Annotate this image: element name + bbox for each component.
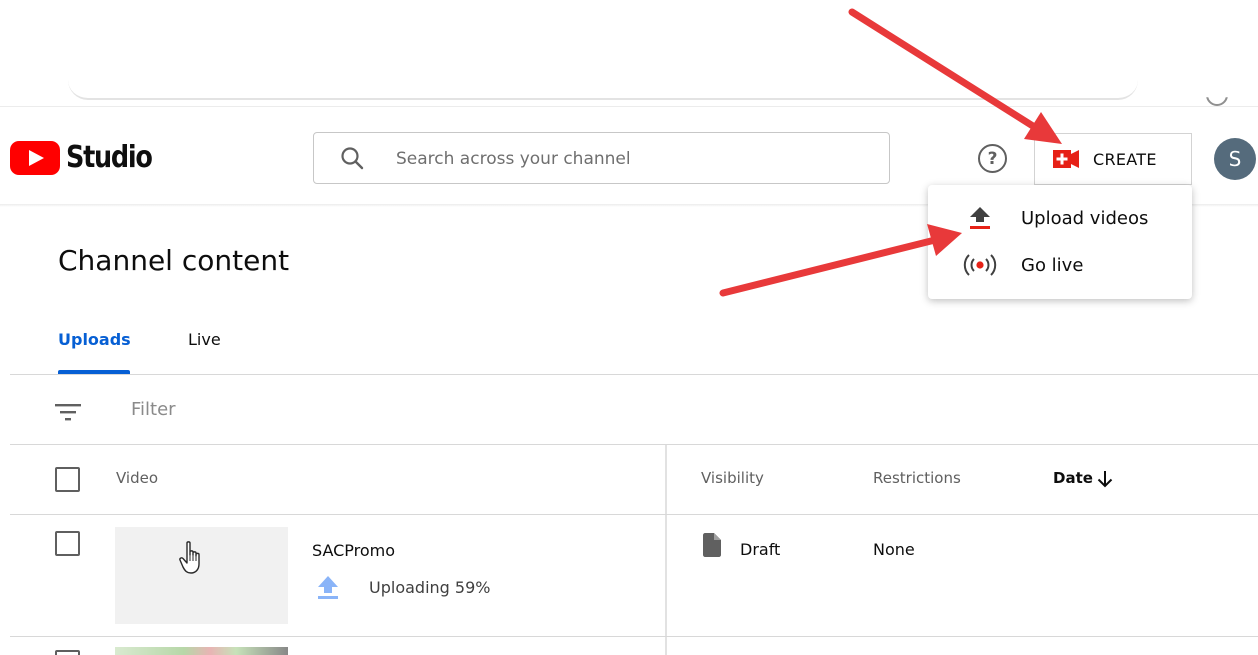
tab-live[interactable]: Live <box>188 330 221 349</box>
row-checkbox[interactable] <box>55 650 80 655</box>
column-divider <box>665 445 667 655</box>
table-header-divider <box>10 514 1258 515</box>
help-icon[interactable]: ? <box>978 144 1007 173</box>
menu-item-upload-videos[interactable]: Upload videos <box>928 195 1192 241</box>
column-header-video: Video <box>116 469 159 487</box>
draft-file-icon <box>703 533 721 557</box>
search-icon[interactable] <box>339 145 365 171</box>
filter-icon[interactable] <box>55 402 81 422</box>
search-box[interactable] <box>313 132 890 184</box>
select-all-checkbox[interactable] <box>55 467 80 492</box>
sort-descending-icon[interactable] <box>1096 470 1114 488</box>
broadcast-icon <box>962 250 998 280</box>
studio-logo[interactable]: Studio <box>10 140 167 175</box>
page-title: Channel content <box>58 244 290 277</box>
filter-divider <box>10 444 1258 445</box>
create-menu: Upload videos Go live <box>928 185 1192 299</box>
filter-input[interactable]: Filter <box>131 399 176 420</box>
create-button-label: CREATE <box>1093 149 1157 169</box>
upload-icon <box>318 576 338 599</box>
upload-status-text: Uploading 59% <box>369 578 491 597</box>
row-checkbox[interactable] <box>55 531 80 556</box>
restrictions-value: None <box>873 540 915 559</box>
browser-search-bar[interactable] <box>68 60 1138 100</box>
browser-top-strip <box>0 0 1258 106</box>
upload-icon <box>962 203 998 233</box>
column-header-visibility[interactable]: Visibility <box>701 469 764 487</box>
arrow-to-upload-icon <box>719 224 962 297</box>
youtube-play-icon <box>10 140 60 175</box>
menu-item-go-live[interactable]: Go live <box>928 242 1192 288</box>
menu-item-label: Upload videos <box>1021 207 1149 229</box>
column-header-date[interactable]: Date <box>1053 469 1093 487</box>
column-header-restrictions[interactable]: Restrictions <box>873 469 961 487</box>
menu-item-label: Go live <box>1021 254 1084 276</box>
hand-cursor-icon <box>179 541 200 574</box>
video-thumbnail[interactable] <box>115 647 288 655</box>
tab-uploads[interactable]: Uploads <box>58 330 131 349</box>
table-row-divider <box>10 636 1258 637</box>
create-button[interactable]: CREATE <box>1034 133 1192 185</box>
browser-divider <box>0 106 1258 107</box>
visibility-value[interactable]: Draft <box>740 540 780 559</box>
video-title[interactable]: SACPromo <box>312 541 395 560</box>
browser-account-icon[interactable] <box>1206 97 1228 106</box>
avatar[interactable]: S <box>1214 138 1256 180</box>
search-input[interactable] <box>396 145 866 173</box>
create-video-icon <box>1053 150 1079 168</box>
studio-logo-text: Studio <box>66 140 153 175</box>
tabs-divider <box>10 374 1258 375</box>
